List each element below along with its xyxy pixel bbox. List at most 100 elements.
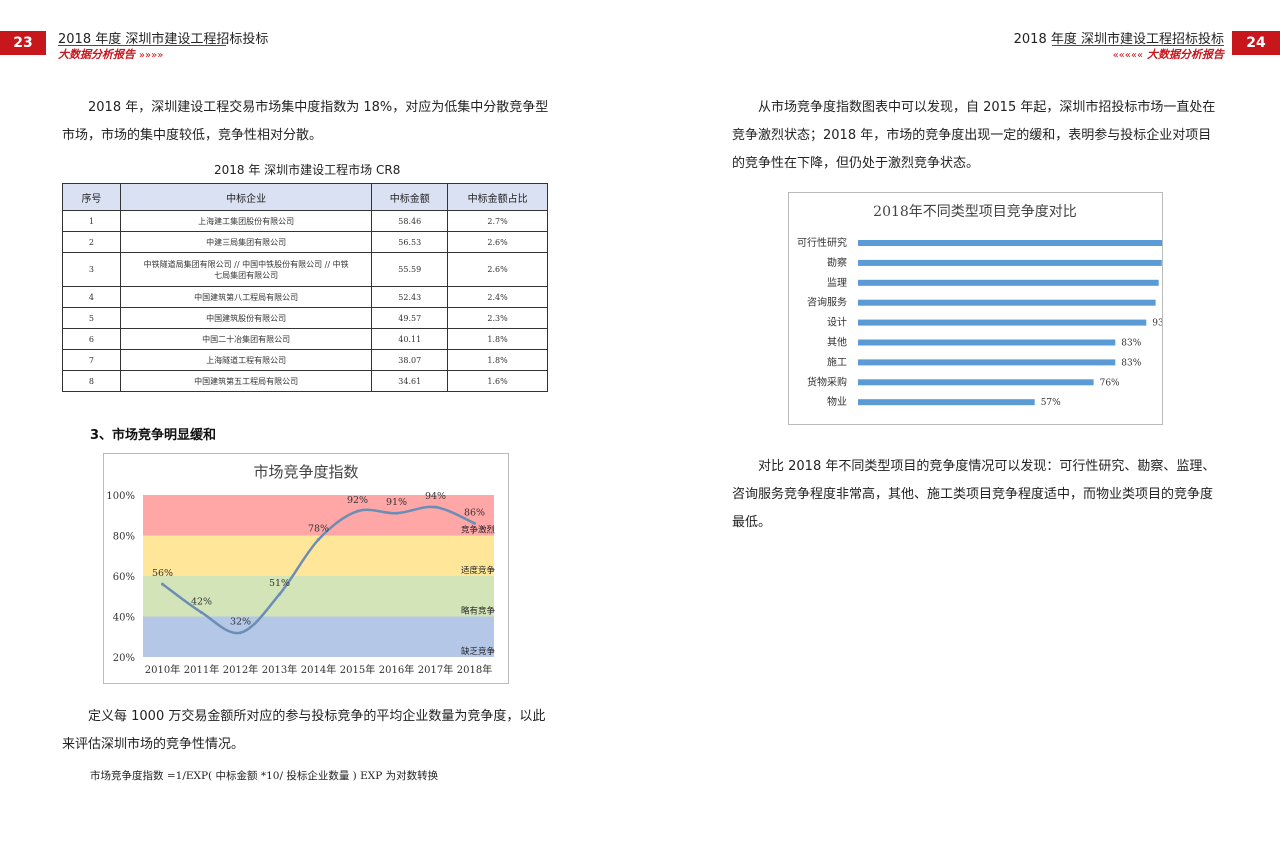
category-label: 勘察 <box>827 256 847 269</box>
table-cell-no: 4 <box>62 286 121 308</box>
table-cell-amount: 38.07 <box>371 349 449 371</box>
y-tick-label: 40% <box>113 613 135 624</box>
chart-title: 市场竞争度指数 <box>253 463 358 481</box>
table-cell-share: 2.3% <box>447 307 548 329</box>
data-label: 32% <box>230 617 251 628</box>
data-label: 42% <box>191 596 212 607</box>
band-2 <box>143 535 494 576</box>
data-label: 93% <box>1152 319 1162 329</box>
table-cell-share: 2.6% <box>447 252 548 287</box>
table-cell-company: 中国建筑第五工程局有限公司 <box>119 370 373 392</box>
table-cell-amount: 40.11 <box>371 328 449 350</box>
band-label: 缺乏竞争 <box>461 646 496 657</box>
bar <box>858 299 1156 306</box>
data-label: 92% <box>347 495 368 506</box>
bar-chart-svg: 2018年不同类型项目竞争度对比可行性研究99%勘察98%监理97%咨询服务96… <box>797 203 1191 408</box>
band-label: 略有竞争 <box>461 606 496 617</box>
table-row: 8 中国建筑第五工程局有限公司 34.61 1.6% <box>62 370 548 392</box>
table-cell-amount: 55.59 <box>371 252 449 287</box>
data-label: 56% <box>152 568 173 579</box>
category-label: 物业 <box>827 395 847 408</box>
left-paragraph-1: 2018 年，深圳建设工程交易市场集中度指数为 18%，对应为低集中分散竞争型市… <box>62 100 549 143</box>
header-subtitle-text: 大数据分析报告 <box>58 48 135 61</box>
y-tick-label: 20% <box>113 653 135 664</box>
data-point <box>239 631 242 635</box>
x-tick-label: 2013年 <box>262 663 297 676</box>
table-cell-no: 5 <box>62 307 121 329</box>
x-tick-label: 2010年 <box>145 663 180 676</box>
table-cell-no: 7 <box>62 349 121 371</box>
data-point <box>200 610 203 614</box>
table-cell-company: 中国二十冶集团有限公司 <box>119 328 373 350</box>
table-row: 1 上海建工集团股份有限公司 58.46 2.7% <box>62 210 548 232</box>
table-header-cell: 中标金额 <box>371 183 449 211</box>
table-cell-company: 中铁隧道局集团有限公司 // 中国中铁股份有限公司 // 中铁七局集团有限公司 <box>119 252 373 287</box>
bar <box>858 319 1147 326</box>
data-point <box>278 592 281 596</box>
table-cell-share: 2.4% <box>447 286 548 308</box>
data-label: 94% <box>425 491 446 502</box>
table-row: 4 中国建筑第八工程局有限公司 52.43 2.4% <box>62 286 548 308</box>
category-label: 货物采购 <box>807 375 847 388</box>
band-label: 竞争激烈 <box>461 525 496 536</box>
data-label: 86% <box>464 507 485 518</box>
bar <box>858 259 1162 266</box>
category-label: 咨询服务 <box>807 296 847 309</box>
table-cell-share: 1.6% <box>447 370 548 392</box>
bar <box>858 399 1035 406</box>
table-row: 5 中国建筑股份有限公司 49.57 2.3% <box>62 307 548 329</box>
table-cell-no: 3 <box>62 252 121 287</box>
table-cell-amount: 49.57 <box>371 307 449 329</box>
arrow-right-icon: »»»» <box>138 50 164 61</box>
table-row: 3 中铁隧道局集团有限公司 // 中国中铁股份有限公司 // 中铁七局集团有限公司… <box>62 252 548 287</box>
table-cell-amount: 58.46 <box>371 210 449 232</box>
y-tick-label: 80% <box>113 532 135 543</box>
table-cell-amount: 56.53 <box>371 231 449 253</box>
table-cell-company: 上海隧道工程有限公司 <box>119 349 373 371</box>
category-label: 施工 <box>827 355 847 368</box>
data-point <box>317 538 320 542</box>
header-subtitle-right: ««««« 大数据分析报告 <box>1113 46 1224 62</box>
category-label: 监理 <box>827 276 847 289</box>
table-cell-no: 6 <box>62 328 121 350</box>
x-tick-label: 2017年 <box>418 663 453 676</box>
data-point <box>434 505 437 509</box>
category-label: 可行性研究 <box>797 236 847 249</box>
data-label: 51% <box>269 578 290 589</box>
data-label: 57% <box>1041 398 1061 408</box>
band-0 <box>143 616 494 657</box>
table-cell-no: 1 <box>62 210 121 232</box>
table-cell-amount: 34.61 <box>371 370 449 392</box>
section-heading: 3、市场竞争明显缓和 <box>90 428 217 443</box>
bar <box>858 359 1116 366</box>
bar <box>858 240 1165 246</box>
x-tick-label: 2011年 <box>184 663 219 676</box>
band-label: 适度竞争 <box>461 565 496 576</box>
formula-text: 市场竞争度指数 =1/EXP( 中标金额 *10/ 投标企业数量 ) EXP 为… <box>90 770 439 782</box>
header-subtitle-text: 大数据分析报告 <box>1147 48 1224 61</box>
data-point <box>161 582 164 586</box>
chart-title: 2018年不同类型项目竞争度对比 <box>873 203 1077 220</box>
right-paragraph-2: 对比 2018 年不同类型项目的竞争度情况可以发现：可行性研究、勘察、监理、咨询… <box>732 459 1216 530</box>
x-tick-label: 2012年 <box>223 663 258 676</box>
table-row: 2 中建三局集团有限公司 56.53 2.6% <box>62 231 548 253</box>
table-cell-company: 中建三局集团有限公司 <box>119 231 373 253</box>
table-cell-share: 2.6% <box>447 231 548 253</box>
table-header-row: 序号 中标企业 中标金额 中标金额占比 <box>62 183 548 211</box>
cr8-table: 序号 中标企业 中标金额 中标金额占比 1 上海建工集团股份有限公司 58.46 2.… <box>62 183 548 392</box>
data-label: 76% <box>1100 378 1120 388</box>
project-type-chart: 2018年不同类型项目竞争度对比可行性研究99%勘察98%监理97%咨询服务96… <box>788 192 1191 425</box>
x-tick-label: 2015年 <box>340 663 375 676</box>
table-row: 7 上海隧道工程有限公司 38.07 1.8% <box>62 349 548 371</box>
category-label: 其他 <box>827 336 847 349</box>
table-cell-company: 中国建筑股份有限公司 <box>119 307 373 329</box>
right-paragraph-1: 从市场竞争度指数图表中可以发现，自 2015 年起，深圳市招投标市场一直处在竞争… <box>732 100 1216 171</box>
arrow-left-icon: ««««« <box>1112 50 1144 61</box>
bar <box>858 339 1116 346</box>
data-label: 91% <box>386 497 407 508</box>
table-cell-share: 1.8% <box>447 328 548 350</box>
data-point <box>395 511 398 515</box>
data-label: 83% <box>1121 358 1141 368</box>
table-cell-amount: 52.43 <box>371 286 449 308</box>
bar <box>858 379 1094 386</box>
